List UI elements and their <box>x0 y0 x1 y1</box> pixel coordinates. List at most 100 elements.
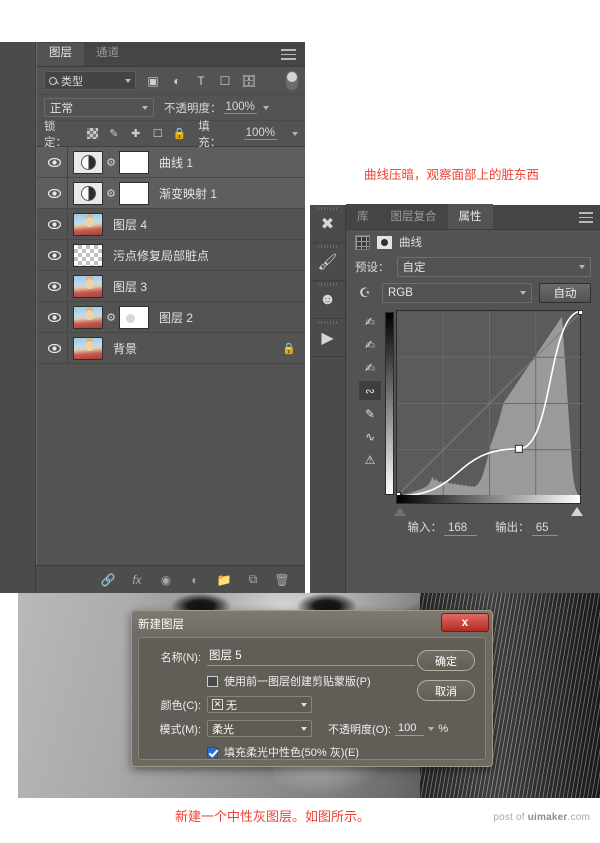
delete-layer-icon[interactable]: 🗑 <box>275 573 289 587</box>
layer-row[interactable]: ⚙图层 2 <box>37 302 305 333</box>
layer-mask-thumbnail[interactable] <box>119 151 149 174</box>
tab-layers[interactable]: 图层 <box>37 43 84 66</box>
shape-layer-filter-icon[interactable]: ☐ <box>218 74 232 88</box>
layer-thumbnail[interactable] <box>73 275 103 298</box>
curve-canvas[interactable] <box>396 310 581 495</box>
mask-link-icon[interactable]: ⚙ <box>105 156 117 169</box>
layer-row[interactable]: 图层 4 <box>37 209 305 240</box>
eyedropper-white-icon[interactable]: ✍ <box>359 358 381 377</box>
panel-menu-icon[interactable] <box>281 49 296 60</box>
eyedropper-gray-icon[interactable]: ✍ <box>359 335 381 354</box>
layer-thumbnail[interactable] <box>73 182 103 205</box>
output-gradient-bar <box>385 312 394 495</box>
type-layer-filter-icon[interactable]: T <box>194 74 208 88</box>
lock-artboard-icon[interactable]: ☐ <box>151 127 164 140</box>
lock-all-icon[interactable]: 🔒 <box>173 127 186 140</box>
layer-thumbnail[interactable] <box>73 306 103 329</box>
opacity-value[interactable]: 100% <box>224 101 257 114</box>
annotation-bottom: 新建一个中性灰图层。如图所示。 <box>175 806 370 825</box>
ok-button[interactable]: 确定 <box>417 650 475 671</box>
layer-thumbnail[interactable] <box>73 213 103 236</box>
new-layer-icon[interactable]: ⧉ <box>246 573 260 587</box>
pixel-layer-filter-icon[interactable]: ▣ <box>146 74 160 88</box>
draw-curve-icon[interactable]: ✎ <box>359 404 381 423</box>
auto-button[interactable]: 自动 <box>539 283 591 303</box>
layer-visibility-icon[interactable] <box>41 344 67 353</box>
layer-style-fx-icon[interactable]: fx <box>130 573 144 587</box>
watermark: post of uimaker.com <box>493 812 590 823</box>
tab-properties[interactable]: 属性 <box>448 204 493 229</box>
new-group-icon[interactable]: 📁 <box>217 573 231 587</box>
layer-row[interactable]: ⚙曲线 1 <box>37 147 305 178</box>
layer-visibility-icon[interactable] <box>41 251 67 260</box>
name-field[interactable]: 图层 5 <box>207 647 415 666</box>
layer-visibility-icon[interactable] <box>41 189 67 198</box>
clip-warning-icon[interactable]: ⚠ <box>359 450 381 469</box>
dialog-opacity-value[interactable]: 100 <box>395 722 424 736</box>
layer-row[interactable]: 背景🔒 <box>37 333 305 364</box>
adjustment-layer-filter-icon[interactable]: ◐ <box>170 74 184 88</box>
curve-pencil-icon[interactable]: ∾ <box>359 381 381 400</box>
person-adjust-icon[interactable]: ☻ <box>310 281 345 319</box>
chevron-down-icon[interactable] <box>428 727 434 731</box>
layer-row[interactable]: ⚙渐变映射 1 <box>37 178 305 209</box>
watermark-prefix: post of <box>493 812 527 823</box>
layer-list: ⚙曲线 1⚙渐变映射 1图层 4污点修复局部脏点图层 3⚙图层 2背景🔒 <box>37 147 305 364</box>
chevron-down-icon <box>142 106 148 110</box>
layer-visibility-icon[interactable] <box>41 220 67 229</box>
layer-visibility-icon[interactable] <box>41 282 67 291</box>
divider <box>67 147 68 177</box>
channel-select[interactable]: RGB <box>382 283 532 303</box>
mask-link-icon[interactable]: ⚙ <box>105 311 117 324</box>
layers-bottom-toolbar: 🔗 fx ◉ ◐ 📁 ⧉ 🗑 <box>36 565 305 593</box>
curve-target-adjust-icon[interactable]: ☪ <box>355 285 375 301</box>
chevron-down-icon[interactable] <box>263 106 269 110</box>
filter-type-select[interactable]: 类型 <box>44 71 136 90</box>
tab-channels[interactable]: 通道 <box>84 43 131 66</box>
preset-select[interactable]: 自定 <box>397 257 592 277</box>
tab-layer-comps[interactable]: 图层复合 <box>380 204 448 229</box>
fill-neutral-checkbox[interactable] <box>207 747 218 758</box>
brush-preset-icon[interactable]: 🖌 <box>310 243 345 281</box>
output-value[interactable]: 65 <box>532 522 559 536</box>
black-point-slider[interactable] <box>394 507 406 516</box>
smooth-curve-icon[interactable]: ∿ <box>359 427 381 446</box>
filter-enable-toggle[interactable] <box>286 71 298 90</box>
play-icon[interactable]: ▶ <box>310 319 345 357</box>
layer-mask-thumbnail[interactable] <box>119 306 149 329</box>
panel-menu-icon[interactable] <box>579 212 593 223</box>
preset-label: 预设： <box>355 259 390 275</box>
layer-thumbnail[interactable] <box>73 337 103 360</box>
input-value[interactable]: 168 <box>444 522 477 536</box>
new-adjustment-layer-icon[interactable]: ◐ <box>188 573 202 587</box>
tab-library[interactable]: 库 <box>346 204 380 229</box>
layer-mask-thumbnail[interactable] <box>119 182 149 205</box>
clipping-mask-checkbox[interactable] <box>207 676 218 687</box>
layer-row[interactable]: 图层 3 <box>37 271 305 302</box>
lock-position-icon[interactable]: ✚ <box>129 127 142 140</box>
blend-mode-value: 正常 <box>50 100 73 116</box>
cancel-button[interactable]: 取消 <box>417 680 475 701</box>
lock-image-icon[interactable]: ✎ <box>107 127 120 140</box>
color-select[interactable]: ✕ 无 <box>207 696 312 713</box>
smart-object-filter-icon[interactable]: 🗄 <box>242 74 256 88</box>
close-icon[interactable]: x <box>441 613 489 632</box>
eyedropper-black-icon[interactable]: ✍ <box>359 312 381 331</box>
link-layers-icon[interactable]: 🔗 <box>101 573 115 587</box>
layer-visibility-icon[interactable] <box>41 313 67 322</box>
mask-link-icon[interactable]: ⚙ <box>105 187 117 200</box>
dialog-titlebar[interactable]: 新建图层 x <box>132 611 492 637</box>
tools-swap-icon[interactable]: ✖ <box>310 205 345 243</box>
lock-transparency-icon[interactable] <box>87 128 98 139</box>
layer-visibility-icon[interactable] <box>41 158 67 167</box>
layer-thumbnail[interactable] <box>73 244 103 267</box>
blend-mode-select[interactable]: 正常 <box>44 98 154 117</box>
opacity-label: 不透明度： <box>164 100 222 116</box>
fill-value[interactable]: 100% <box>244 127 277 140</box>
add-layer-mask-icon[interactable]: ◉ <box>159 573 173 587</box>
layer-thumbnail[interactable] <box>73 151 103 174</box>
layer-row[interactable]: 污点修复局部脏点 <box>37 240 305 271</box>
mode-select[interactable]: 柔光 <box>207 720 312 737</box>
white-point-slider[interactable] <box>571 507 583 516</box>
chevron-down-icon[interactable] <box>292 132 298 136</box>
